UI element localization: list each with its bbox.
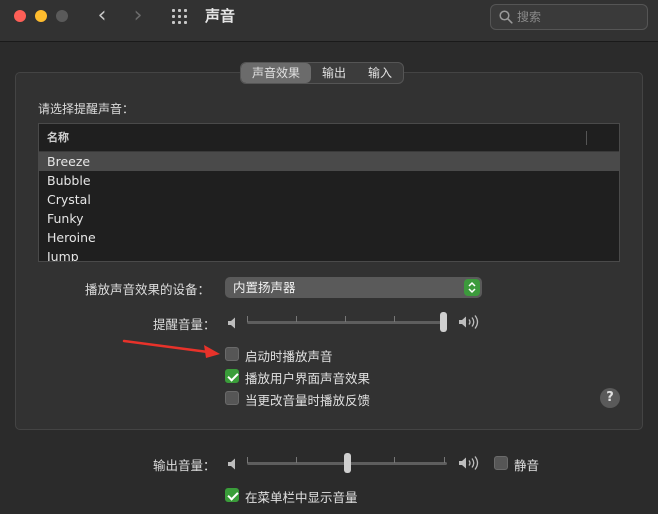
slider-knob[interactable] [344, 453, 351, 473]
list-item[interactable]: Crystal [39, 190, 619, 209]
device-label: 播放声音效果的设备： [85, 282, 211, 297]
alert-sound-list[interactable]: 名称 Breeze Bubble Crystal Funky Heroine J… [38, 123, 620, 262]
slider-tick [247, 457, 248, 463]
tab-sound-effects[interactable]: 声音效果 [241, 63, 312, 83]
forward-icon[interactable]: › [128, 4, 148, 28]
slider-tick [394, 316, 395, 322]
slider-knob[interactable] [440, 312, 447, 332]
minimize-window-button[interactable] [35, 10, 47, 22]
mute-label[interactable]: 静音 [514, 455, 539, 474]
ui-sound-effects-label[interactable]: 播放用户界面声音效果 [245, 368, 370, 387]
annotation-arrow-icon [122, 339, 220, 358]
startup-sound-label[interactable]: 启动时播放声音 [245, 346, 333, 365]
alert-volume-label: 提醒音量： [153, 317, 216, 332]
title-bar: ‹ › 声音 [0, 0, 658, 42]
alert-sound-label: 请选择提醒声音： [38, 102, 135, 116]
slider-tick [296, 457, 297, 463]
list-item[interactable]: Heroine [39, 228, 619, 247]
tab-output[interactable]: 输出 [311, 63, 357, 83]
alert-volume-slider[interactable] [247, 312, 447, 332]
slider-tick [345, 316, 346, 322]
show-all-grid-icon[interactable] [172, 9, 189, 24]
zoom-window-button[interactable] [56, 10, 68, 22]
select-stepper [464, 279, 480, 296]
tab-bar: 声音效果 输出 输入 [240, 62, 405, 84]
output-volume-label: 输出音量： [153, 458, 216, 473]
slider-tick [247, 316, 248, 322]
column-separator [586, 131, 587, 145]
list-item[interactable]: Breeze [39, 152, 619, 171]
slider-tick [444, 457, 445, 463]
slider-track [247, 321, 447, 324]
show-volume-in-menubar-label[interactable]: 在菜单栏中显示音量 [245, 487, 358, 506]
list-column-header[interactable]: 名称 [39, 124, 619, 152]
list-item[interactable]: Funky [39, 209, 619, 228]
speaker-loud-icon [459, 315, 479, 329]
close-window-button[interactable] [14, 10, 26, 22]
show-volume-in-menubar-checkbox[interactable] [225, 488, 239, 502]
ui-sound-effects-checkbox[interactable] [225, 369, 239, 383]
back-icon[interactable]: ‹ [92, 4, 112, 28]
volume-feedback-label[interactable]: 当更改音量时播放反馈 [245, 390, 370, 409]
column-name-label: 名称 [47, 131, 69, 144]
search-field[interactable] [490, 4, 648, 30]
search-input[interactable] [517, 8, 641, 26]
output-device-value: 内置扬声器 [233, 280, 296, 295]
slider-tick [296, 316, 297, 322]
search-icon [499, 10, 513, 24]
help-button[interactable]: ? [600, 388, 620, 408]
startup-sound-checkbox[interactable] [225, 347, 239, 361]
mute-checkbox[interactable] [494, 456, 508, 470]
chevron-updown-icon [468, 281, 476, 294]
slider-tick [394, 457, 395, 463]
volume-feedback-checkbox[interactable] [225, 391, 239, 405]
list-item[interactable]: Jump [39, 247, 619, 261]
tab-input[interactable]: 输入 [357, 63, 403, 83]
output-device-select[interactable]: 内置扬声器 [225, 277, 482, 298]
list-item[interactable]: Bubble [39, 171, 619, 190]
speaker-loud-icon [459, 456, 479, 470]
output-volume-slider[interactable] [247, 453, 447, 473]
window-title: 声音 [205, 7, 236, 25]
speaker-quiet-icon [228, 317, 235, 329]
speaker-quiet-icon [228, 458, 235, 470]
